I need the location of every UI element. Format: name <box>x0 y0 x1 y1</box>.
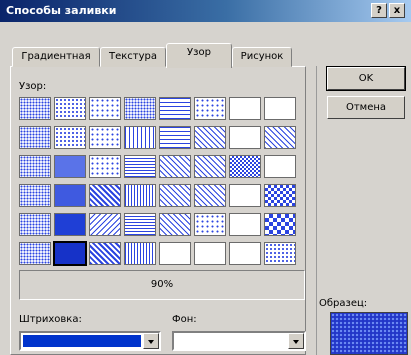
pattern-swatch-solid-70[interactable] <box>54 184 86 207</box>
pattern-swatch-vert-lines[interactable] <box>124 126 156 149</box>
pattern-swatch-diamond[interactable] <box>229 184 261 207</box>
window-title: Способы заливки <box>6 4 117 17</box>
pattern-swatch-vert-narrow[interactable] <box>124 242 156 265</box>
pattern-swatch-dots-25[interactable] <box>124 97 156 120</box>
pattern-swatch-diag-back[interactable] <box>89 213 121 236</box>
tab-picture[interactable]: Рисунок <box>232 47 292 67</box>
help-button[interactable]: ? <box>371 3 387 18</box>
pattern-swatch-dots-big[interactable] <box>194 213 226 236</box>
pattern-swatch-dots-30[interactable] <box>54 126 86 149</box>
sample-preview <box>330 312 408 355</box>
pattern-swatch-dots-40[interactable] <box>89 126 121 149</box>
pattern-swatch-diag-cross[interactable] <box>159 213 191 236</box>
pattern-swatch-solid-80[interactable] <box>54 213 86 236</box>
pattern-swatch-zigzag[interactable] <box>159 242 191 265</box>
pattern-label: Узор: <box>19 81 47 92</box>
pattern-grid <box>19 97 301 271</box>
pattern-swatch-solid-60[interactable] <box>54 155 86 178</box>
pattern-swatch-dots-med[interactable] <box>19 155 51 178</box>
selected-pattern-name: 90% <box>19 270 305 300</box>
pattern-swatch-horz-lines[interactable] <box>159 126 191 149</box>
pattern-swatch-diag-dark[interactable] <box>89 184 121 207</box>
pattern-swatch-diag-fine-3[interactable] <box>194 155 226 178</box>
pattern-swatch-solid-90[interactable] <box>53 241 87 266</box>
pattern-swatch-diag-light[interactable] <box>159 184 191 207</box>
pattern-swatch-grid-small[interactable] <box>264 97 296 120</box>
pattern-swatch-dots-10[interactable] <box>54 97 86 120</box>
pattern-swatch-checker-sm[interactable] <box>229 155 261 178</box>
pattern-swatch-dots-20[interactable] <box>89 97 121 120</box>
chevron-down-icon[interactable] <box>143 333 159 349</box>
pattern-swatch-dots-sparse-2[interactable] <box>19 126 51 149</box>
pattern-swatch-dots-sparse[interactable] <box>194 97 226 120</box>
foreground-swatch <box>23 335 141 347</box>
pattern-swatch-lattice[interactable] <box>229 213 261 236</box>
background-color-dropdown[interactable] <box>172 331 306 351</box>
pattern-swatch-vert-dense[interactable] <box>124 184 156 207</box>
pattern-swatch-diag-strong[interactable] <box>89 242 121 265</box>
pattern-swatch-diag-fine[interactable] <box>194 126 226 149</box>
pattern-swatch-lines-thin[interactable] <box>264 155 296 178</box>
ok-button[interactable]: OK <box>326 66 406 91</box>
pattern-swatch-dots-50[interactable] <box>89 155 121 178</box>
tab-pattern[interactable]: Узор <box>166 43 232 68</box>
pattern-swatch-checker-med[interactable] <box>264 184 296 207</box>
pattern-swatch-horz-narrow[interactable] <box>124 213 156 236</box>
pattern-swatch-diag-dash[interactable] <box>264 126 296 149</box>
sample-label: Образец: <box>319 298 368 309</box>
chevron-down-icon[interactable] <box>288 333 304 349</box>
pattern-swatch-grid-large[interactable] <box>194 242 226 265</box>
tab-gradient[interactable]: Градиентная <box>12 47 100 67</box>
pattern-swatch-dots-faint[interactable] <box>19 242 51 265</box>
pattern-swatch-checker-lg[interactable] <box>264 213 296 236</box>
pattern-swatch-wave[interactable] <box>229 126 261 149</box>
close-button[interactable]: x <box>389 3 405 18</box>
pattern-swatch-grid-dashed[interactable] <box>229 97 261 120</box>
pattern-swatch-dots-large[interactable] <box>264 242 296 265</box>
pattern-swatch-horz-light[interactable] <box>159 97 191 120</box>
tab-texture[interactable]: Текстура <box>100 47 166 67</box>
pattern-swatch-dots-light-2[interactable] <box>19 213 51 236</box>
pattern-swatch-plaid[interactable] <box>229 242 261 265</box>
pattern-swatch-horz-dense[interactable] <box>124 155 156 178</box>
background-swatch <box>176 335 286 347</box>
pattern-swatch-dots-5[interactable] <box>19 97 51 120</box>
background-label: Фон: <box>172 314 197 325</box>
pattern-swatch-diag-fine-2[interactable] <box>159 155 191 178</box>
pattern-swatch-dots-light[interactable] <box>19 184 51 207</box>
pattern-swatch-diag-wide[interactable] <box>194 184 226 207</box>
title-bar: Способы заливки ? x <box>0 0 411 22</box>
cancel-button[interactable]: Отмена <box>327 96 405 119</box>
foreground-label: Штриховка: <box>19 314 82 325</box>
foreground-color-dropdown[interactable] <box>19 331 161 351</box>
